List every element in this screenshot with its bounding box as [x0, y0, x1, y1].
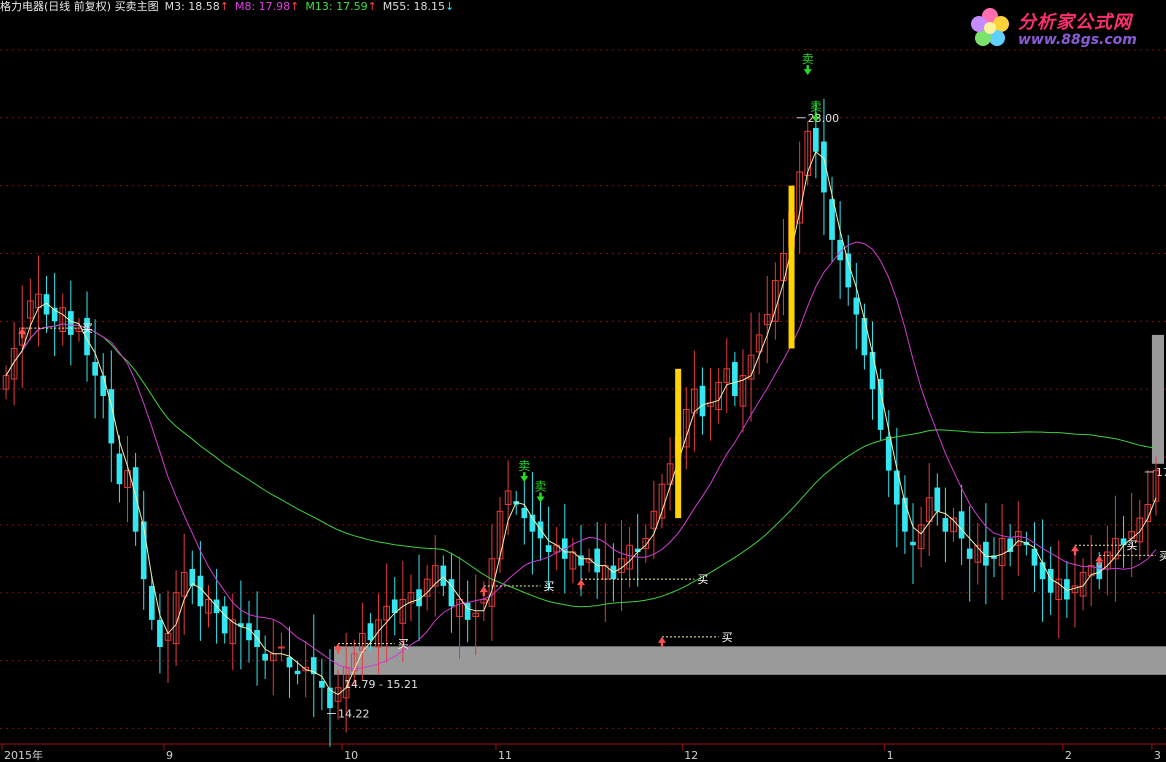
x-tick-label: 2 — [1065, 749, 1072, 762]
x-tick-label: 3 — [1154, 749, 1161, 762]
candle-body — [116, 453, 123, 485]
candle-body — [877, 379, 884, 430]
candle-body — [813, 127, 819, 152]
price-label: 14.22 — [338, 708, 370, 721]
indicator-m13: M13: 17.59↑ — [305, 0, 377, 13]
support-band — [334, 646, 1166, 675]
buy-label: 买 — [1127, 539, 1138, 552]
candle-body — [67, 311, 74, 335]
sell-arrow-icon — [803, 65, 812, 76]
x-tick-label: 2015年 — [4, 748, 43, 762]
sell-label: 卖 — [535, 480, 547, 494]
candle-body — [157, 619, 163, 648]
buy-arrow-icon — [479, 585, 488, 596]
sell-arrow-icon — [520, 472, 529, 483]
candle-body — [286, 657, 293, 668]
x-tick-label: 12 — [684, 749, 698, 762]
x-tick-label: 9 — [166, 749, 173, 762]
candle-body — [148, 585, 155, 620]
buy-arrow-icon — [1070, 545, 1079, 556]
buy-label: 买 — [1159, 549, 1166, 562]
candle-body — [966, 548, 973, 559]
candle-body — [934, 487, 941, 512]
candle-body — [278, 646, 285, 649]
x-tick-label: 10 — [344, 749, 358, 762]
signal-bar — [675, 368, 682, 519]
resistance-band — [1151, 334, 1164, 464]
candle-body — [958, 511, 965, 539]
price-label: 23.00 — [808, 112, 840, 125]
candle-body — [942, 518, 949, 532]
candle-body — [262, 653, 269, 661]
x-tick-label: 1 — [887, 749, 894, 762]
candle-body — [319, 680, 325, 688]
buy-label: 买 — [398, 638, 409, 651]
buy-label: 买 — [544, 580, 555, 593]
candle-body — [594, 548, 601, 573]
indicator-m55: M55: 18.15↓ — [382, 0, 455, 13]
candlestick-chart: 卖卖卖卖买买买买买买买23.0014.2217.7814.79 - 15.212… — [0, 49, 1166, 762]
signal-bar — [788, 185, 795, 349]
price-label: 17.78 — [1156, 466, 1166, 479]
candle-body — [440, 565, 447, 586]
candle-body — [221, 606, 228, 634]
candle-body — [861, 317, 868, 356]
candle-body — [92, 362, 98, 376]
x-tick-label: 11 — [498, 749, 512, 762]
site-logo: 分析家公式网 www.88gs.com — [968, 4, 1158, 56]
sell-arrow-icon — [536, 492, 545, 503]
buy-arrow-icon — [657, 636, 666, 647]
chart-title: 格力电器(日线 前复权) 买卖主图 — [0, 0, 159, 13]
candle-body — [521, 507, 528, 519]
candle-body — [1039, 562, 1046, 580]
candle-body — [367, 623, 374, 641]
candle-body — [732, 362, 738, 396]
indicator-m8: M8: 17.98↑ — [234, 0, 300, 13]
flower-icon — [971, 8, 1009, 46]
buy-arrow-icon — [577, 579, 585, 590]
candle-body — [869, 351, 876, 390]
candle-body — [853, 297, 860, 315]
candle-body — [699, 385, 706, 417]
candle-body — [132, 467, 139, 532]
buy-label: 买 — [722, 631, 733, 644]
logo-url: www.88gs.com — [1018, 32, 1137, 48]
buy-label: 买 — [82, 322, 93, 335]
buy-label: 买 — [697, 573, 708, 586]
logo-brand: 分析家公式网 — [1018, 12, 1132, 33]
candle-body — [294, 670, 301, 675]
sell-label: 卖 — [802, 52, 814, 66]
candle-body — [910, 541, 916, 546]
sell-label: 卖 — [518, 459, 530, 473]
chart-header: 格力电器(日线 前复权) 买卖主图 M3: 18.58↑ M8: 17.98↑ … — [0, 0, 454, 14]
candle-body — [545, 545, 552, 553]
band-range-label: 14.79 - 15.21 — [344, 678, 418, 691]
candle-body — [100, 375, 107, 396]
candle-body — [845, 253, 852, 288]
indicator-m3: M3: 18.58↑ — [164, 0, 229, 13]
